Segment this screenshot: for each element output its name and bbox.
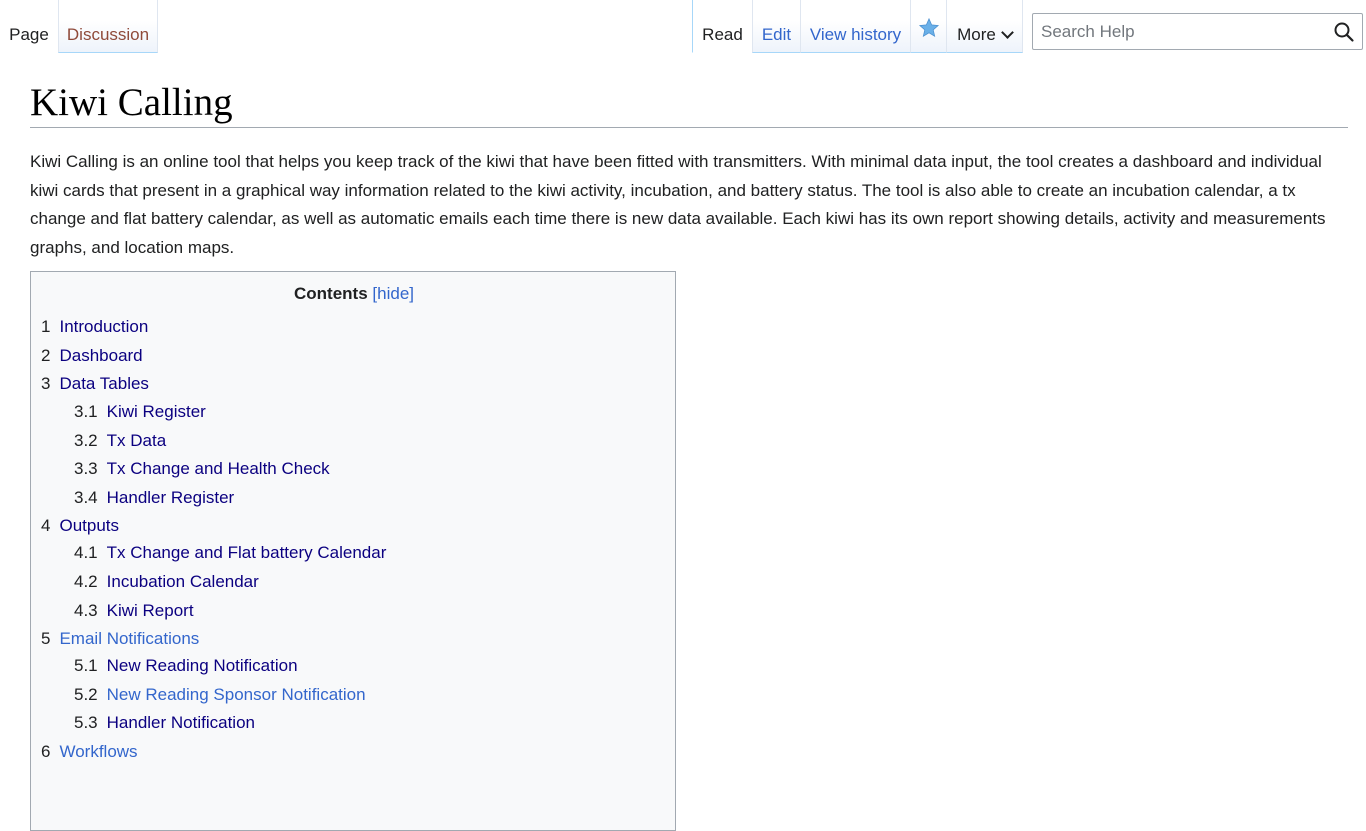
toc-item-label: Tx Change and Health Check: [106, 459, 330, 478]
toc-item-new-reading-sponsor-notification[interactable]: 5.2 New Reading Sponsor Notification: [74, 685, 366, 705]
tab-discussion-label: Discussion: [66, 25, 150, 44]
tab-page-label: Page: [9, 25, 49, 44]
tab-discussion[interactable]: Discussion: [58, 0, 158, 53]
toc-item-number: 6: [41, 742, 51, 761]
toc-item-label: Kiwi Register: [106, 402, 206, 421]
tab-edit-label: Edit: [761, 25, 792, 44]
toc-item-number: 4.3: [74, 601, 98, 620]
toc-item-number: 5.2: [74, 685, 98, 704]
toc-item-dashboard[interactable]: 2 Dashboard: [41, 346, 143, 366]
tab-read[interactable]: Read: [692, 0, 752, 53]
toc-item-label: New Reading Notification: [106, 656, 298, 675]
toc-item-kiwi-register[interactable]: 3.1 Kiwi Register: [74, 402, 206, 422]
toc-item-label: Tx Change and Flat battery Calendar: [106, 543, 387, 562]
toc-item-handler-register[interactable]: 3.4 Handler Register: [74, 488, 234, 508]
toc-item-number: 1: [41, 317, 51, 336]
toc-item-label: Data Tables: [59, 374, 149, 393]
search-icon[interactable]: [1332, 20, 1356, 44]
tab-view-history-label: View history: [809, 25, 902, 44]
toc-item-label: Handler Notification: [106, 713, 255, 732]
toc-item-workflows[interactable]: 6 Workflows: [41, 742, 138, 762]
toc-item-number: 5: [41, 629, 51, 648]
toc-item-number: 3: [41, 374, 51, 393]
search-box: [1032, 13, 1363, 50]
toc-item-number: 3.3: [74, 459, 98, 478]
toc-title: Contents: [294, 284, 368, 303]
toc-item-label: Tx Data: [106, 431, 167, 450]
toc-item-kiwi-report[interactable]: 4.3 Kiwi Report: [74, 601, 194, 621]
toc-item-number: 3.2: [74, 431, 98, 450]
toc-item-number: 3.4: [74, 488, 98, 507]
toc-item-data-tables[interactable]: 3 Data Tables: [41, 374, 149, 394]
toc-item-handler-notification[interactable]: 5.3 Handler Notification: [74, 713, 255, 733]
toc-item-tx-change-health-check[interactable]: 3.3 Tx Change and Health Check: [74, 459, 330, 479]
toc-item-tx-data[interactable]: 3.2 Tx Data: [74, 431, 166, 451]
toc-item-number: 4.2: [74, 572, 98, 591]
toc-item-incubation-calendar[interactable]: 4.2 Incubation Calendar: [74, 572, 259, 592]
toc-item-tx-change-flat-battery-calendar[interactable]: 4.1 Tx Change and Flat battery Calendar: [74, 543, 386, 563]
tab-read-label: Read: [702, 25, 743, 44]
toc-hide-toggle[interactable]: [hide]: [372, 284, 414, 303]
chevron-down-icon: [1000, 26, 1014, 39]
table-of-contents: Contents [hide] 1 Introduction 2 Dashboard…: [30, 271, 676, 831]
tab-edit[interactable]: Edit: [752, 0, 800, 53]
search-input[interactable]: [1033, 14, 1323, 49]
star-icon: [918, 17, 940, 39]
toc-item-number: 5.3: [74, 713, 98, 732]
toc-item-number: 2: [41, 346, 51, 365]
toc-item-label: Introduction: [59, 317, 149, 336]
page-title: Kiwi Calling: [30, 54, 1348, 128]
toc-item-label: Dashboard: [59, 346, 143, 365]
page-tabs-bar: Page Discussion Read Edit View history M…: [0, 0, 1366, 54]
article-content: Kiwi Calling Kiwi Calling is an online t…: [30, 54, 1348, 831]
toc-item-label: Incubation Calendar: [106, 572, 259, 591]
tab-page[interactable]: Page: [0, 0, 58, 53]
toc-header: Contents [hide]: [31, 284, 677, 304]
toc-item-label: Email Notifications: [59, 629, 200, 648]
tab-watch[interactable]: [910, 0, 946, 53]
tab-more-label: More: [957, 25, 996, 44]
tab-more[interactable]: More: [946, 0, 1023, 53]
toc-item-label: Kiwi Report: [106, 601, 194, 620]
toc-item-label: Handler Register: [106, 488, 235, 507]
toc-item-introduction[interactable]: 1 Introduction: [41, 317, 148, 337]
toc-item-number: 4.1: [74, 543, 98, 562]
toc-item-number: 3.1: [74, 402, 98, 421]
intro-paragraph: Kiwi Calling is an online tool that help…: [30, 152, 1326, 257]
toc-item-outputs[interactable]: 4 Outputs: [41, 516, 119, 536]
toc-item-label: New Reading Sponsor Notification: [106, 685, 366, 704]
toc-item-email-notifications[interactable]: 5 Email Notifications: [41, 629, 199, 649]
toc-item-label: Workflows: [59, 742, 138, 761]
toc-item-number: 5.1: [74, 656, 98, 675]
toc-item-number: 4: [41, 516, 51, 535]
tab-view-history[interactable]: View history: [800, 0, 910, 53]
toc-item-new-reading-notification[interactable]: 5.1 New Reading Notification: [74, 656, 298, 676]
toc-item-label: Outputs: [59, 516, 120, 535]
